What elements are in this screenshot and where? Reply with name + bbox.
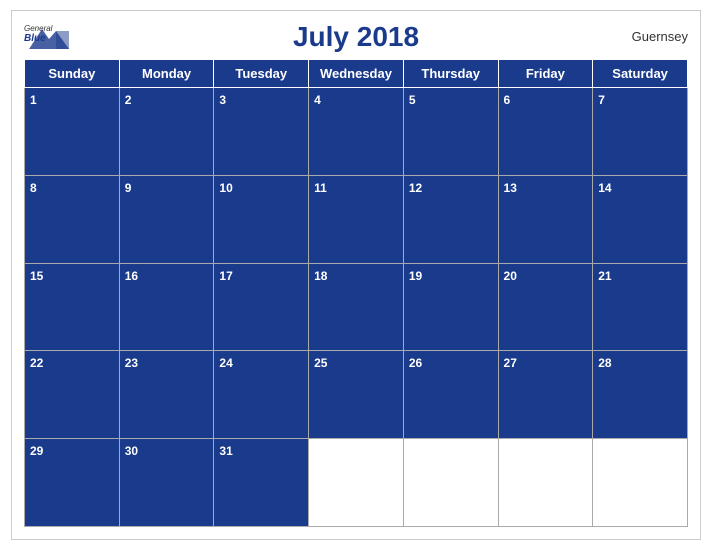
day-cell-31: 31 [214,439,309,527]
day-cell-13: 13 [498,175,593,263]
col-thursday: Thursday [403,60,498,88]
table-row: 15 16 17 18 19 20 21 [25,263,688,351]
day-cell-27: 27 [498,351,593,439]
day-cell-empty-4 [593,439,688,527]
day-cell-18: 18 [309,263,404,351]
col-wednesday: Wednesday [309,60,404,88]
calendar-thead: Sunday Monday Tuesday Wednesday Thursday… [25,60,688,88]
calendar-tbody: 1 2 3 4 5 6 7 8 9 10 11 12 13 14 15 16 [25,88,688,527]
day-cell-19: 19 [403,263,498,351]
day-cell-17: 17 [214,263,309,351]
day-cell-10: 10 [214,175,309,263]
day-cell-5: 5 [403,88,498,176]
day-cell-29: 29 [25,439,120,527]
table-row: 29 30 31 [25,439,688,527]
day-cell-8: 8 [25,175,120,263]
day-cell-empty-3 [498,439,593,527]
day-cell-6: 6 [498,88,593,176]
table-row: 8 9 10 11 12 13 14 [25,175,688,263]
day-cell-4: 4 [309,88,404,176]
day-cell-empty-1 [309,439,404,527]
day-cell-21: 21 [593,263,688,351]
day-cell-14: 14 [593,175,688,263]
logo-icon: General Blue [24,21,74,51]
title-area: July 2018 [293,21,419,53]
day-cell-16: 16 [119,263,214,351]
logo-area: General Blue [24,21,74,51]
day-cell-30: 30 [119,439,214,527]
day-cell-empty-2 [403,439,498,527]
calendar-table: Sunday Monday Tuesday Wednesday Thursday… [24,59,688,527]
col-friday: Friday [498,60,593,88]
col-sunday: Sunday [25,60,120,88]
day-cell-25: 25 [309,351,404,439]
calendar-header: General Blue July 2018 Guernsey [24,21,688,53]
day-cell-9: 9 [119,175,214,263]
day-cell-15: 15 [25,263,120,351]
col-monday: Monday [119,60,214,88]
day-cell-23: 23 [119,351,214,439]
day-cell-24: 24 [214,351,309,439]
day-cell-20: 20 [498,263,593,351]
day-cell-3: 3 [214,88,309,176]
svg-text:General: General [24,24,53,33]
day-cell-28: 28 [593,351,688,439]
svg-text:Blue: Blue [24,33,46,44]
table-row: 22 23 24 25 26 27 28 [25,351,688,439]
calendar-title: July 2018 [293,21,419,53]
day-cell-22: 22 [25,351,120,439]
col-saturday: Saturday [593,60,688,88]
weekday-header-row: Sunday Monday Tuesday Wednesday Thursday… [25,60,688,88]
day-cell-26: 26 [403,351,498,439]
day-cell-11: 11 [309,175,404,263]
day-cell-12: 12 [403,175,498,263]
col-tuesday: Tuesday [214,60,309,88]
calendar-container: General Blue July 2018 Guernsey Sunday M… [11,10,701,540]
day-cell-1: 1 [25,88,120,176]
table-row: 1 2 3 4 5 6 7 [25,88,688,176]
day-cell-7: 7 [593,88,688,176]
region-label: Guernsey [632,29,688,44]
day-cell-2: 2 [119,88,214,176]
